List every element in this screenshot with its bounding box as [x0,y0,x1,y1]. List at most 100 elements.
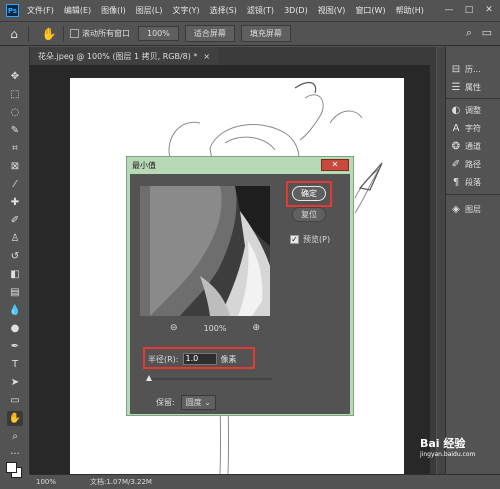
vertical-scrollbar[interactable] [430,65,436,474]
move-tool-icon[interactable]: ✥ [7,69,23,84]
divider [446,98,500,99]
stamp-tool-icon[interactable]: ♙ [7,231,23,246]
brush-tool-icon[interactable]: ✐ [7,213,23,228]
menu-file[interactable]: 文件(F) [27,5,54,16]
panel-layers-label: 图层 [465,204,481,214]
preserve-select[interactable]: 圆度 ⌄ [180,395,216,410]
panel-character-label: 字符 [465,123,481,133]
zoom-in-icon[interactable]: ⊕ [252,323,260,333]
preview-zoom-value: 100% [203,323,227,333]
tools-panel: ✥ ⬚ ◌ ✎ ⌗ ⊠ ⁄ ✚ ✐ ♙ ↺ ◧ ▤ 💧 ● ✒ T ➤ ▭ ✋ … [0,47,30,474]
menu-layer[interactable]: 图层(L) [136,5,163,16]
radius-label: 半径(R): [148,354,179,364]
radius-slider-thumb[interactable] [146,375,152,381]
radius-unit: 像素 [220,354,237,364]
workspace-icon[interactable]: ▭ [482,26,492,39]
preview-toggle[interactable]: ✓ 预览(P) [290,234,330,245]
history-icon: ⊟ [451,63,461,75]
fill-screen-button[interactable]: 填充屏幕 [240,25,291,42]
type-tool-icon[interactable]: T [7,357,23,372]
panel-paragraph-label: 段落 [465,177,481,187]
channels-icon: ❂ [451,140,461,152]
dialog-title: 最小值 [132,161,156,170]
menu-edit[interactable]: 编辑(E) [64,5,91,16]
dialog-body: ⊖ 100% ⊕ 确定 复位 ✓ 预览(P) 半径(R): 1.0 像素 保留:… [130,174,350,414]
panel-character[interactable]: A 字符 [450,120,481,136]
menu-window[interactable]: 窗口(W) [355,5,385,16]
watermark-text: Bai 经验 [420,437,466,450]
healing-tool-icon[interactable]: ✚ [7,195,23,210]
hand-tool-icon[interactable]: ✋ [7,411,23,426]
zoom-tool-icon[interactable]: ⌕ [7,429,23,444]
history-brush-tool-icon[interactable]: ↺ [7,249,23,264]
filter-preview-image[interactable] [140,186,270,316]
ok-button[interactable]: 确定 [292,186,326,201]
eraser-tool-icon[interactable]: ◧ [7,267,23,282]
lasso-tool-icon[interactable]: ◌ [7,105,23,120]
panel-paths[interactable]: ✐ 路径 [450,156,481,172]
reset-button[interactable]: 复位 [292,207,326,222]
home-icon[interactable]: ⌂ [6,26,22,42]
preview-checkbox[interactable]: ✓ [290,235,299,244]
scroll-all-windows-label: 滚动所有窗口 [82,29,130,38]
panel-layers[interactable]: ◈ 图层 [450,201,481,217]
baidu-watermark: Bai 经验 jingyan.baidu.com [420,435,496,465]
minimum-filter-dialog: 最小值 ✕ ⊖ 100% ⊕ 确定 复位 ✓ 预览(P) 半径(R): 1.0 … [126,156,354,416]
preview-zoom-controls: ⊖ 100% ⊕ [170,323,260,333]
menu-help[interactable]: 帮助(H) [396,5,424,16]
properties-icon: ☰ [451,81,461,93]
divider [63,25,64,42]
panel-properties[interactable]: ☰ 属性 [450,79,481,95]
panel-paths-label: 路径 [465,159,481,169]
maximize-icon[interactable]: □ [462,4,476,16]
zoom-out-icon[interactable]: ⊖ [170,323,178,333]
close-tab-icon[interactable]: × [203,52,210,61]
panel-paragraph[interactable]: ¶ 段落 [450,174,481,190]
document-tab-title: 花朵.jpeg @ 100% (图层 1 拷贝, RGB/8) * [38,51,198,61]
panel-history[interactable]: ⊟ 历... [450,61,481,77]
gradient-tool-icon[interactable]: ▤ [7,285,23,300]
more-tools-icon[interactable]: ··· [7,447,23,462]
status-zoom[interactable]: 100% [30,478,66,486]
foreground-color-swatch[interactable] [6,462,17,473]
paths-icon: ✐ [451,158,461,170]
panel-channels-label: 通道 [465,141,481,151]
path-select-tool-icon[interactable]: ➤ [7,375,23,390]
character-icon: A [452,122,460,134]
fit-screen-button[interactable]: 适合屏幕 [184,25,235,42]
radius-row: 半径(R): 1.0 像素 [148,353,237,365]
hand-tool-preset-icon[interactable]: ✋ [41,26,57,42]
blur-tool-icon[interactable]: 💧 [7,303,23,318]
scroll-all-windows-checkbox[interactable] [70,29,79,38]
pen-tool-icon[interactable]: ✒ [7,339,23,354]
frame-tool-icon[interactable]: ⊠ [7,159,23,174]
quick-select-tool-icon[interactable]: ✎ [7,123,23,138]
panel-adjustments[interactable]: ◐ 调整 [450,102,481,118]
rectangle-tool-icon[interactable]: ▭ [7,393,23,408]
menu-view[interactable]: 视图(V) [318,5,346,16]
document-tab[interactable]: 花朵.jpeg @ 100% (图层 1 拷贝, RGB/8) * × [30,47,219,65]
dialog-close-button[interactable]: ✕ [321,159,349,171]
panel-channels[interactable]: ❂ 通道 [450,138,481,154]
search-icon[interactable]: ⌕ [466,26,472,40]
zoom-100-button[interactable]: 100% [138,26,179,41]
minimize-icon[interactable]: — [442,4,456,16]
adjustments-icon: ◐ [451,104,461,116]
menu-image[interactable]: 图像(I) [101,5,126,16]
dodge-tool-icon[interactable]: ● [7,321,23,336]
options-bar: ⌂ ✋ 滚动所有窗口 100% 适合屏幕 填充屏幕 ⌕ ▭ [0,22,500,46]
crop-tool-icon[interactable]: ⌗ [7,141,23,156]
menu-type[interactable]: 文字(Y) [172,5,199,16]
menu-filter[interactable]: 滤镜(T) [247,5,274,16]
right-panel-dock: ⊟ 历... ☰ 属性 ◐ 调整 A 字符 ❂ 通道 ✐ 路径 ¶ 段落 ◈ 图层 [445,47,500,474]
marquee-tool-icon[interactable]: ⬚ [7,87,23,102]
divider [28,25,29,42]
radius-slider-track[interactable] [148,378,272,380]
close-window-icon[interactable]: ✕ [482,4,496,16]
menu-select[interactable]: 选择(S) [210,5,237,16]
eyedropper-tool-icon[interactable]: ⁄ [7,177,23,192]
menu-3d[interactable]: 3D(D) [284,6,308,15]
radius-input[interactable]: 1.0 [182,353,217,365]
preserve-row: 保留: 圆度 ⌄ [156,395,216,410]
panel-collapse-strip[interactable] [437,47,445,474]
